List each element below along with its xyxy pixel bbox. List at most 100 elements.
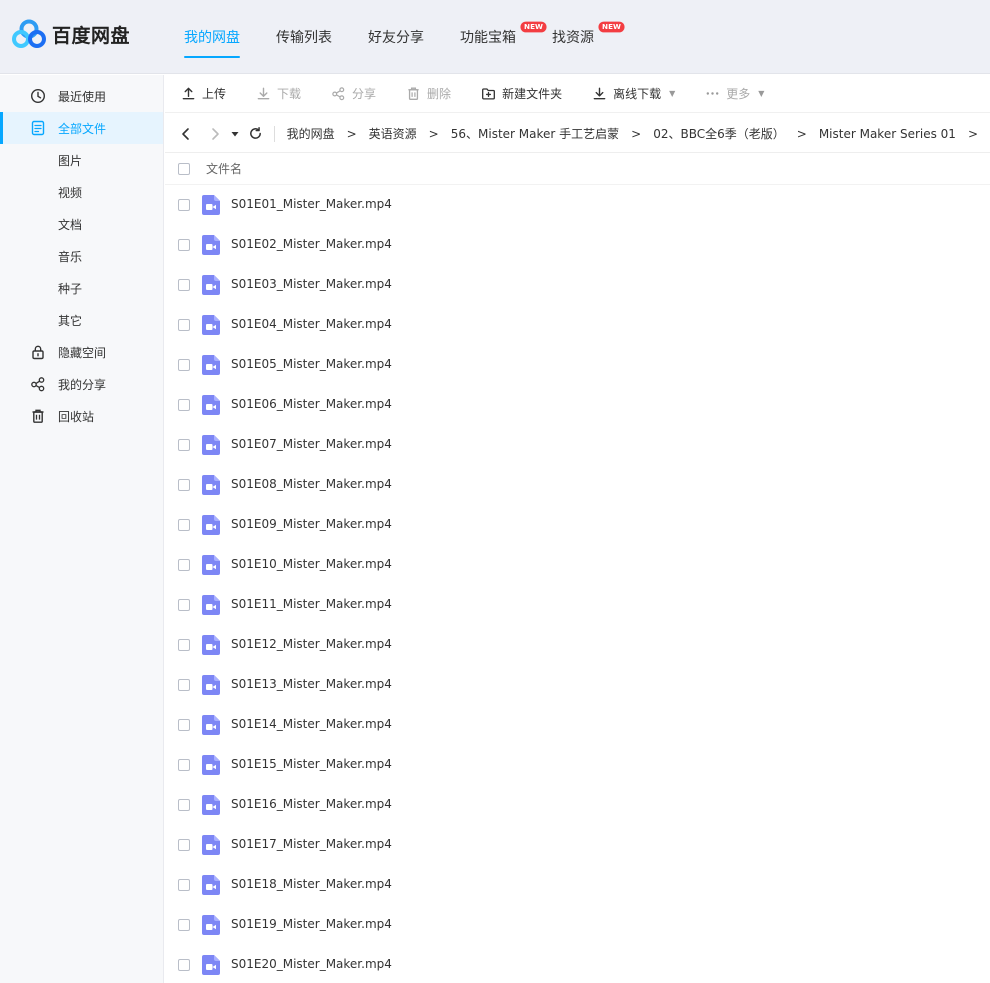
- nav-friend-share[interactable]: 好友分享: [350, 0, 442, 74]
- file-row[interactable]: S01E08_Mister_Maker.mp4: [165, 465, 990, 505]
- file-row[interactable]: S01E02_Mister_Maker.mp4: [165, 225, 990, 265]
- file-name[interactable]: S01E10_Mister_Maker.mp4: [231, 557, 392, 571]
- sidebar-item-recycle-bin[interactable]: 回收站: [0, 400, 163, 432]
- breadcrumb-item[interactable]: 56、Mister Maker 手工艺启蒙: [451, 125, 619, 142]
- sidebar-item-videos[interactable]: 视频: [0, 176, 163, 208]
- file-name[interactable]: S01E13_Mister_Maker.mp4: [231, 677, 392, 691]
- row-checkbox[interactable]: [178, 239, 190, 251]
- lock-icon: [32, 345, 44, 360]
- more-button[interactable]: 更多 ▼: [705, 82, 764, 106]
- refresh-icon: [249, 126, 261, 139]
- file-name[interactable]: S01E08_Mister_Maker.mp4: [231, 477, 392, 491]
- row-checkbox[interactable]: [178, 679, 190, 691]
- file-name[interactable]: S01E03_Mister_Maker.mp4: [231, 277, 392, 291]
- app-logo[interactable]: 百度网盘: [12, 18, 130, 50]
- sidebar-item-my-shares[interactable]: 我的分享: [0, 368, 163, 400]
- breadcrumb-item-current[interactable]: Mister Maker Series 01: [819, 127, 956, 141]
- history-dropdown[interactable]: [229, 125, 240, 143]
- sidebar-item-other[interactable]: 其它: [0, 304, 163, 336]
- breadcrumb-item[interactable]: 02、BBC全6季（老版）: [653, 125, 785, 142]
- breadcrumb-item[interactable]: 英语资源: [369, 125, 417, 142]
- file-name[interactable]: S01E14_Mister_Maker.mp4: [231, 717, 392, 731]
- row-checkbox[interactable]: [178, 319, 190, 331]
- row-checkbox[interactable]: [178, 879, 190, 891]
- row-checkbox[interactable]: [178, 519, 190, 531]
- sidebar-item-images[interactable]: 图片: [0, 144, 163, 176]
- file-row[interactable]: S01E17_Mister_Maker.mp4: [165, 825, 990, 865]
- row-checkbox[interactable]: [178, 199, 190, 211]
- row-checkbox[interactable]: [178, 559, 190, 571]
- new-folder-button[interactable]: 新建文件夹: [481, 82, 562, 106]
- select-all-checkbox[interactable]: [178, 163, 190, 175]
- nav-find-resources[interactable]: 找资源 NEW: [534, 0, 625, 74]
- file-row[interactable]: S01E04_Mister_Maker.mp4: [165, 305, 990, 345]
- file-row[interactable]: S01E12_Mister_Maker.mp4: [165, 625, 990, 665]
- row-checkbox[interactable]: [178, 599, 190, 611]
- column-header-filename[interactable]: 文件名: [206, 160, 242, 177]
- sidebar-item-torrents[interactable]: 种子: [0, 272, 163, 304]
- back-button[interactable]: [177, 125, 194, 143]
- file-row[interactable]: S01E11_Mister_Maker.mp4: [165, 585, 990, 625]
- file-name[interactable]: S01E07_Mister_Maker.mp4: [231, 437, 392, 451]
- file-name[interactable]: S01E16_Mister_Maker.mp4: [231, 797, 392, 811]
- row-checkbox[interactable]: [178, 919, 190, 931]
- row-checkbox[interactable]: [178, 399, 190, 411]
- refresh-button[interactable]: [247, 125, 264, 143]
- upload-button[interactable]: 上传: [181, 82, 226, 106]
- share-button[interactable]: 分享: [331, 82, 376, 106]
- sidebar-item-hidden-space[interactable]: 隐藏空间: [0, 336, 163, 368]
- file-name[interactable]: S01E18_Mister_Maker.mp4: [231, 877, 392, 891]
- download-button[interactable]: 下载: [256, 82, 301, 106]
- file-row[interactable]: S01E13_Mister_Maker.mp4: [165, 665, 990, 705]
- sidebar-item-documents[interactable]: 文档: [0, 208, 163, 240]
- file-name[interactable]: S01E06_Mister_Maker.mp4: [231, 397, 392, 411]
- row-checkbox[interactable]: [178, 359, 190, 371]
- nav-transfer-list[interactable]: 传输列表: [258, 0, 350, 74]
- offline-download-button[interactable]: 离线下载 ▼: [592, 82, 675, 106]
- row-checkbox[interactable]: [178, 839, 190, 851]
- file-row[interactable]: S01E15_Mister_Maker.mp4: [165, 745, 990, 785]
- breadcrumb-item[interactable]: 我的网盘: [287, 125, 335, 142]
- file-name[interactable]: S01E09_Mister_Maker.mp4: [231, 517, 392, 531]
- file-row[interactable]: S01E01_Mister_Maker.mp4: [165, 185, 990, 225]
- file-row[interactable]: S01E20_Mister_Maker.mp4: [165, 945, 990, 983]
- file-name[interactable]: S01E19_Mister_Maker.mp4: [231, 917, 392, 931]
- nav-toolbox[interactable]: 功能宝箱 NEW: [442, 0, 547, 74]
- file-row[interactable]: S01E16_Mister_Maker.mp4: [165, 785, 990, 825]
- row-checkbox[interactable]: [178, 439, 190, 451]
- file-row[interactable]: S01E07_Mister_Maker.mp4: [165, 425, 990, 465]
- file-name[interactable]: S01E05_Mister_Maker.mp4: [231, 357, 392, 371]
- file-name[interactable]: S01E20_Mister_Maker.mp4: [231, 957, 392, 971]
- sidebar-item-all-files[interactable]: 全部文件: [0, 112, 163, 144]
- row-checkbox[interactable]: [178, 799, 190, 811]
- nav-label: 找资源: [552, 30, 594, 46]
- file-name[interactable]: S01E01_Mister_Maker.mp4: [231, 197, 392, 211]
- sidebar-item-music[interactable]: 音乐: [0, 240, 163, 272]
- sidebar-item-recent[interactable]: 最近使用: [0, 80, 163, 112]
- file-row[interactable]: S01E09_Mister_Maker.mp4: [165, 505, 990, 545]
- file-row[interactable]: S01E06_Mister_Maker.mp4: [165, 385, 990, 425]
- forward-button[interactable]: [206, 125, 223, 143]
- video-file-icon: [202, 675, 220, 695]
- nav-my-netdisk[interactable]: 我的网盘: [166, 0, 258, 74]
- file-row[interactable]: S01E19_Mister_Maker.mp4: [165, 905, 990, 945]
- file-row[interactable]: S01E18_Mister_Maker.mp4: [165, 865, 990, 905]
- file-name[interactable]: S01E12_Mister_Maker.mp4: [231, 637, 392, 651]
- file-row[interactable]: S01E10_Mister_Maker.mp4: [165, 545, 990, 585]
- file-name[interactable]: S01E11_Mister_Maker.mp4: [231, 597, 392, 611]
- row-checkbox[interactable]: [178, 279, 190, 291]
- file-name[interactable]: S01E17_Mister_Maker.mp4: [231, 837, 392, 851]
- file-name[interactable]: S01E04_Mister_Maker.mp4: [231, 317, 392, 331]
- file-row[interactable]: S01E05_Mister_Maker.mp4: [165, 345, 990, 385]
- row-checkbox[interactable]: [178, 479, 190, 491]
- row-checkbox[interactable]: [178, 759, 190, 771]
- file-row[interactable]: S01E14_Mister_Maker.mp4: [165, 705, 990, 745]
- file-name[interactable]: S01E15_Mister_Maker.mp4: [231, 757, 392, 771]
- share-label: 分享: [352, 87, 377, 101]
- file-row[interactable]: S01E03_Mister_Maker.mp4: [165, 265, 990, 305]
- row-checkbox[interactable]: [178, 639, 190, 651]
- row-checkbox[interactable]: [178, 719, 190, 731]
- row-checkbox[interactable]: [178, 959, 190, 971]
- delete-button[interactable]: 删除: [406, 82, 451, 106]
- file-name[interactable]: S01E02_Mister_Maker.mp4: [231, 237, 392, 251]
